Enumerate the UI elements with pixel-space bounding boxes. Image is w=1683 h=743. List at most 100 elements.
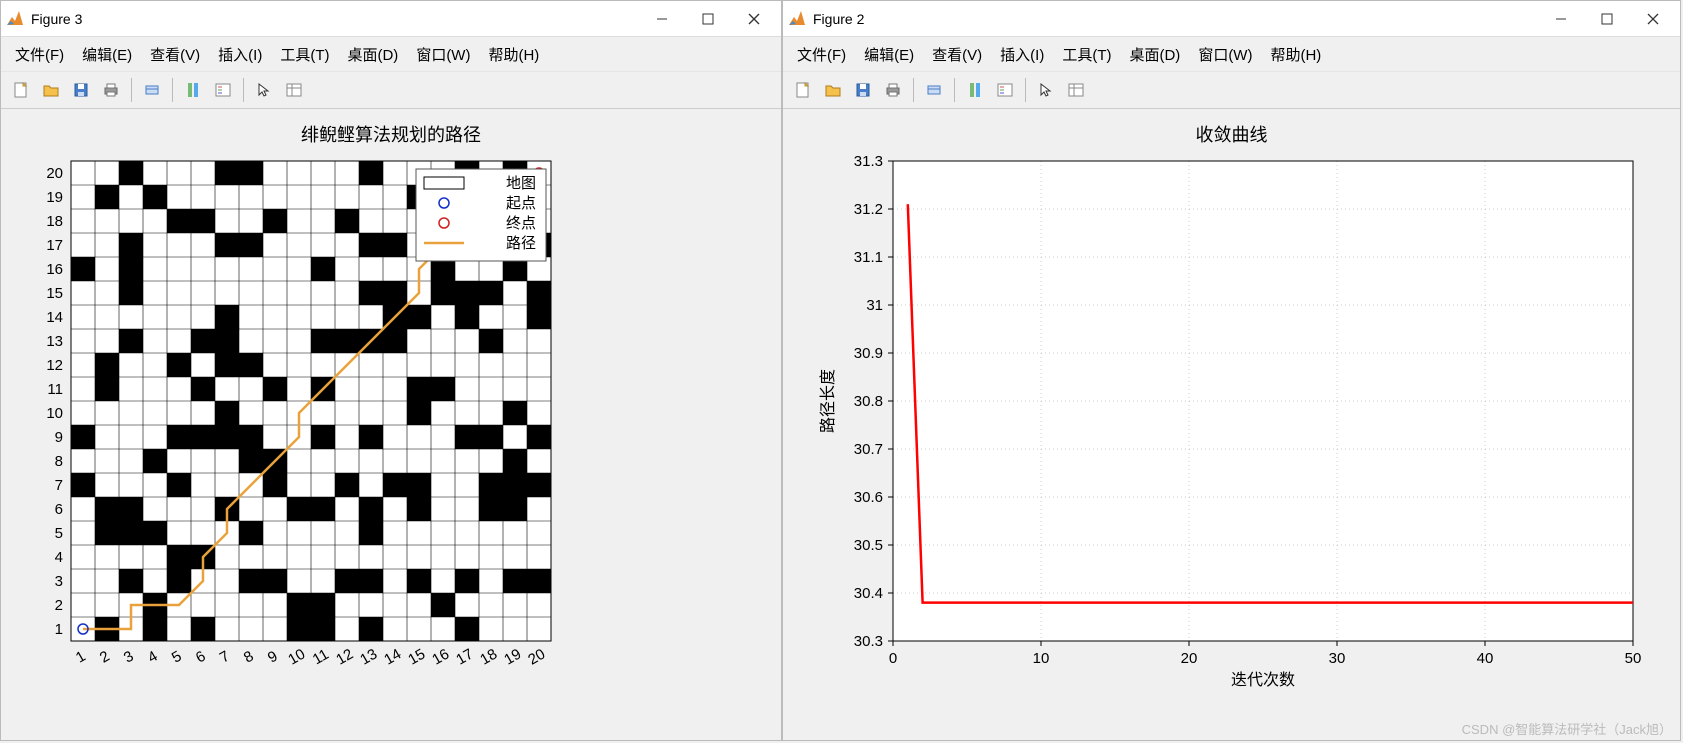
svg-text:20: 20 xyxy=(1181,650,1198,667)
svg-text:4: 4 xyxy=(145,648,161,667)
link-icon[interactable] xyxy=(920,76,948,104)
svg-text:31: 31 xyxy=(866,297,883,314)
svg-text:9: 9 xyxy=(265,648,281,667)
svg-text:15: 15 xyxy=(405,646,428,669)
menu-window[interactable]: 窗口(W) xyxy=(408,40,478,69)
menubar: 文件(F) 编辑(E) 查看(V) 插入(I) 工具(T) 桌面(D) 窗口(W… xyxy=(1,37,781,71)
minimize-button[interactable] xyxy=(1538,3,1584,35)
new-icon[interactable] xyxy=(789,76,817,104)
svg-text:19: 19 xyxy=(46,189,63,206)
open-icon[interactable] xyxy=(819,76,847,104)
save-icon[interactable] xyxy=(849,76,877,104)
open-icon[interactable] xyxy=(37,76,65,104)
toolbar xyxy=(1,71,781,109)
svg-text:11: 11 xyxy=(310,646,332,669)
svg-text:13: 13 xyxy=(46,333,63,350)
svg-text:7: 7 xyxy=(217,648,233,667)
svg-text:10: 10 xyxy=(1033,650,1050,667)
close-button[interactable] xyxy=(731,3,777,35)
svg-text:6: 6 xyxy=(55,501,63,518)
svg-text:14: 14 xyxy=(46,309,63,326)
toolbar-separator xyxy=(1025,78,1026,102)
toolbar-separator xyxy=(954,78,955,102)
chart-title: 绯鲵鲣算法规划的路径 xyxy=(11,121,771,147)
toolbar-separator xyxy=(172,78,173,102)
matlab-icon xyxy=(5,9,25,29)
colorbar-icon[interactable] xyxy=(179,76,207,104)
svg-text:20: 20 xyxy=(525,646,548,669)
menu-help[interactable]: 帮助(H) xyxy=(1262,40,1329,69)
pointer-icon[interactable] xyxy=(1032,76,1060,104)
link-icon[interactable] xyxy=(138,76,166,104)
legend-icon[interactable] xyxy=(209,76,237,104)
svg-text:31.3: 31.3 xyxy=(854,153,883,170)
new-icon[interactable] xyxy=(7,76,35,104)
figure-area[interactable]: 绯鲵鲣算法规划的路径 12345678910111213141516171819… xyxy=(1,109,781,740)
properties-icon[interactable] xyxy=(1062,76,1090,104)
menu-view[interactable]: 查看(V) xyxy=(142,40,208,69)
menu-insert[interactable]: 插入(I) xyxy=(210,40,270,69)
svg-text:11: 11 xyxy=(47,381,63,398)
svg-text:8: 8 xyxy=(241,648,257,667)
svg-text:14: 14 xyxy=(381,646,404,669)
menu-desktop[interactable]: 桌面(D) xyxy=(339,40,406,69)
svg-text:2: 2 xyxy=(97,648,113,667)
svg-text:31.1: 31.1 xyxy=(854,249,883,266)
svg-text:16: 16 xyxy=(429,646,452,669)
svg-text:40: 40 xyxy=(1477,650,1494,667)
svg-text:3: 3 xyxy=(55,573,63,590)
svg-text:19: 19 xyxy=(501,646,524,669)
figure-area[interactable]: 收敛曲线 0102030405030.330.430.530.630.730.8… xyxy=(783,109,1680,740)
svg-text:30.8: 30.8 xyxy=(854,393,883,410)
pointer-icon[interactable] xyxy=(250,76,278,104)
menu-window[interactable]: 窗口(W) xyxy=(1190,40,1260,69)
colorbar-icon[interactable] xyxy=(961,76,989,104)
svg-text:50: 50 xyxy=(1625,650,1642,667)
convergence-chart: 0102030405030.330.430.530.630.730.830.93… xyxy=(793,151,1663,711)
close-button[interactable] xyxy=(1630,3,1676,35)
menu-file[interactable]: 文件(F) xyxy=(7,40,72,69)
svg-text:迭代次数: 迭代次数 xyxy=(1231,671,1295,689)
figure-window-3: Figure 3 文件(F) 编辑(E) 查看(V) 插入(I) 工具(T) 桌… xyxy=(0,0,782,741)
menu-tools[interactable]: 工具(T) xyxy=(272,40,337,69)
svg-text:路径长度: 路径长度 xyxy=(819,369,837,433)
svg-text:起点: 起点 xyxy=(506,195,536,212)
menu-file[interactable]: 文件(F) xyxy=(789,40,854,69)
titlebar[interactable]: Figure 3 xyxy=(1,1,781,37)
svg-text:18: 18 xyxy=(477,646,500,669)
legend-icon[interactable] xyxy=(991,76,1019,104)
menu-tools[interactable]: 工具(T) xyxy=(1054,40,1119,69)
svg-text:3: 3 xyxy=(121,648,137,667)
minimize-button[interactable] xyxy=(639,3,685,35)
toolbar-separator xyxy=(131,78,132,102)
print-icon[interactable] xyxy=(879,76,907,104)
menu-view[interactable]: 查看(V) xyxy=(924,40,990,69)
svg-text:12: 12 xyxy=(333,646,356,669)
svg-text:5: 5 xyxy=(169,648,185,667)
svg-text:30.3: 30.3 xyxy=(854,633,883,650)
toolbar-separator xyxy=(913,78,914,102)
titlebar[interactable]: Figure 2 xyxy=(783,1,1680,37)
svg-text:1: 1 xyxy=(73,648,89,667)
menubar: 文件(F) 编辑(E) 查看(V) 插入(I) 工具(T) 桌面(D) 窗口(W… xyxy=(783,37,1680,71)
print-icon[interactable] xyxy=(97,76,125,104)
svg-text:地图: 地图 xyxy=(506,175,536,192)
menu-help[interactable]: 帮助(H) xyxy=(480,40,547,69)
grid-chart: 1234567891011121314151617181920123456789… xyxy=(11,151,771,711)
matlab-icon xyxy=(787,9,807,29)
svg-text:4: 4 xyxy=(55,549,63,566)
svg-text:13: 13 xyxy=(357,646,380,669)
svg-text:30.6: 30.6 xyxy=(854,489,883,506)
svg-text:10: 10 xyxy=(46,405,63,422)
properties-icon[interactable] xyxy=(280,76,308,104)
menu-insert[interactable]: 插入(I) xyxy=(992,40,1052,69)
maximize-button[interactable] xyxy=(685,3,731,35)
save-icon[interactable] xyxy=(67,76,95,104)
menu-desktop[interactable]: 桌面(D) xyxy=(1121,40,1188,69)
figure-window-2: Figure 2 文件(F) 编辑(E) 查看(V) 插入(I) 工具(T) 桌… xyxy=(782,0,1681,741)
maximize-button[interactable] xyxy=(1584,3,1630,35)
menu-edit[interactable]: 编辑(E) xyxy=(74,40,140,69)
menu-edit[interactable]: 编辑(E) xyxy=(856,40,922,69)
chart-title: 收敛曲线 xyxy=(793,121,1670,147)
svg-text:31.2: 31.2 xyxy=(854,201,883,218)
